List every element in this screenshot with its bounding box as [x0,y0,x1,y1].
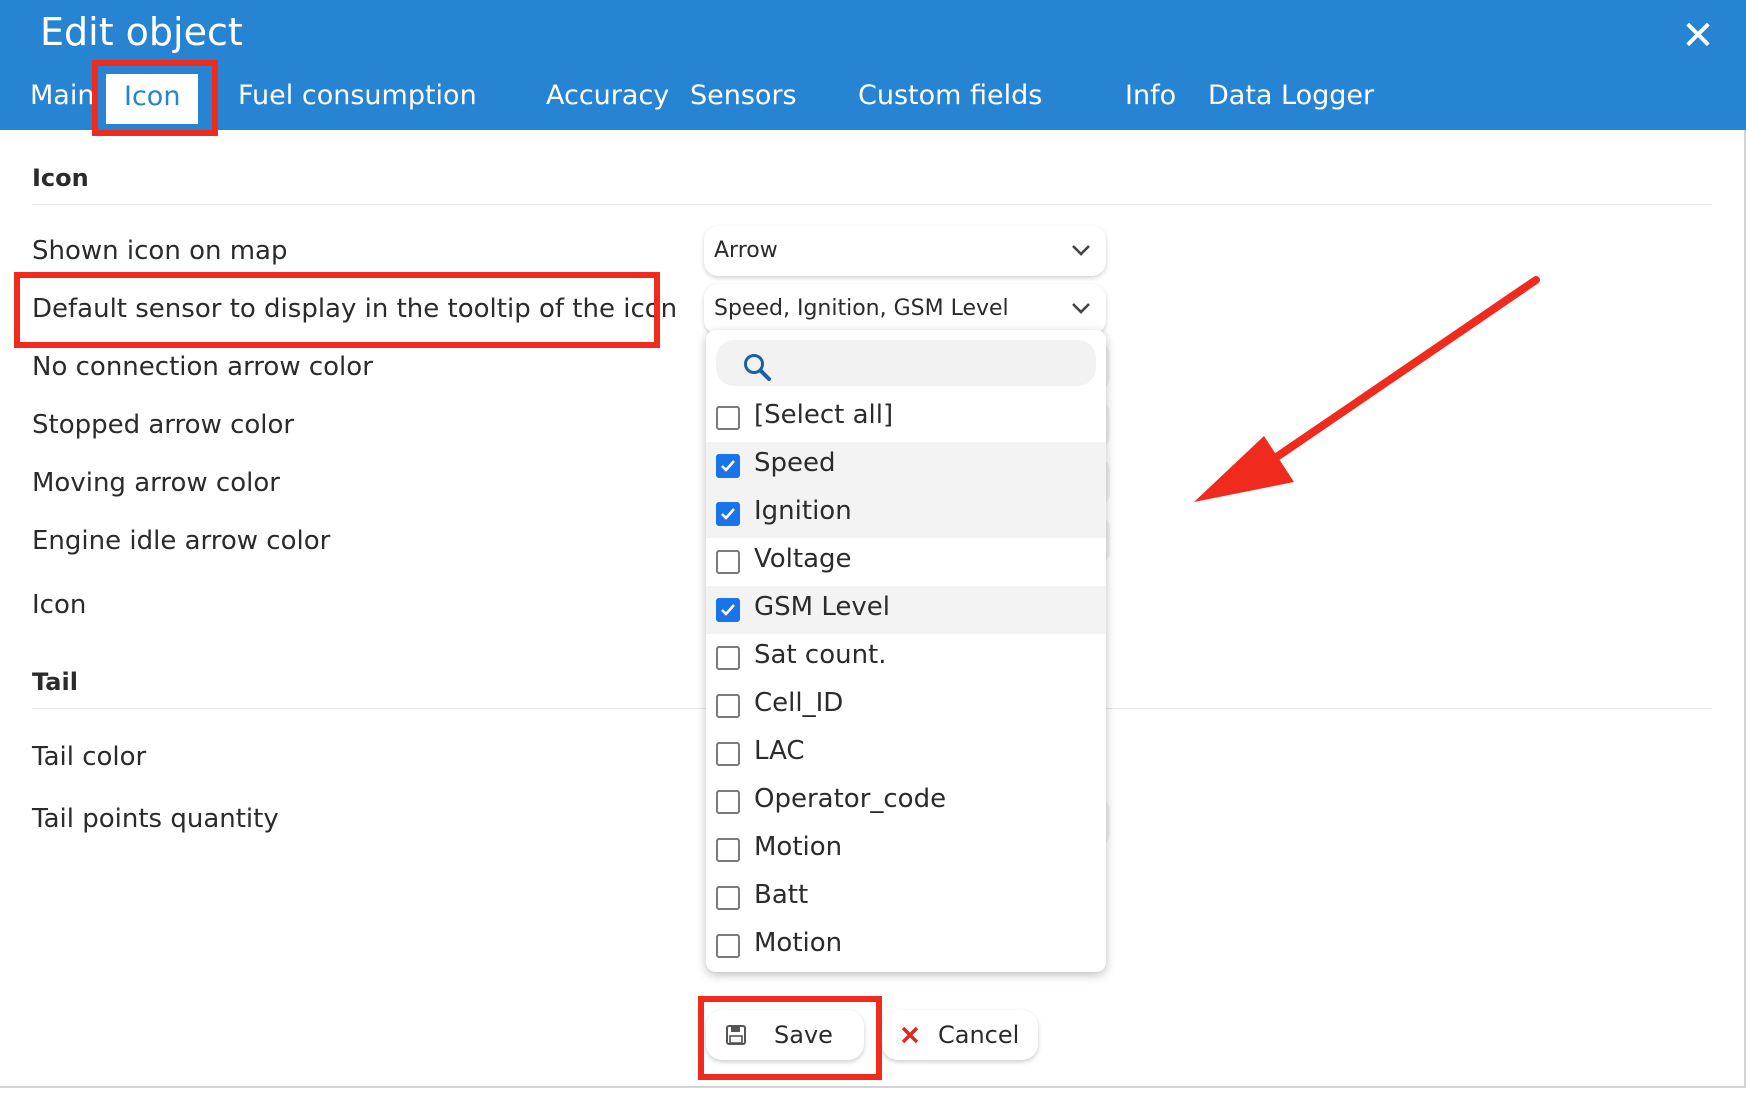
floppy-disk-icon [726,1025,746,1045]
label-shown-icon: Shown icon on map [32,236,288,266]
sensor-option-label: Operator_code [754,784,947,814]
sensor-dropdown: [Select all] Speed Ignition Voltage GSM Leve… [706,330,1106,972]
section-divider [32,204,1712,205]
close-icon [901,1026,919,1044]
checkbox-icon[interactable] [716,838,740,862]
search-icon [744,354,771,381]
edit-object-dialog: Edit object ✕ Main Icon Fuel consumption… [0,0,1746,1088]
sensor-option-label: [Select all] [754,400,894,430]
tab-accuracy[interactable]: Accuracy [546,80,669,111]
sensor-search-input[interactable] [716,340,1096,386]
chevron-down-icon [1072,245,1090,256]
label-default-sensor: Default sensor to display in the tooltip… [32,294,678,324]
label-engine-idle-color: Engine idle arrow color [32,526,331,556]
checkbox-icon[interactable] [716,886,740,910]
sensor-option-label: Batt [754,880,809,910]
sensor-option[interactable]: Sat count. [706,634,1106,682]
dialog-header: Edit object ✕ Main Icon Fuel consumption… [0,0,1746,130]
checkbox-icon[interactable] [716,934,740,958]
cancel-button[interactable]: Cancel [882,1010,1038,1060]
sensor-option[interactable]: Motion [706,826,1106,874]
sensor-option-label: LAC [754,736,805,766]
tab-data-logger[interactable]: Data Logger [1208,80,1374,111]
sensor-option[interactable]: LAC [706,730,1106,778]
sensor-option[interactable]: Ignition [706,490,1106,538]
close-icon[interactable]: ✕ [1674,16,1722,56]
checkbox-icon[interactable] [716,790,740,814]
cancel-button-label: Cancel [938,1021,1020,1049]
sensor-option-label: Speed [754,448,836,478]
sensor-option[interactable]: Motion [706,922,1106,970]
annotation-arrow-icon [1194,276,1540,502]
tab-info[interactable]: Info [1125,80,1176,111]
checkbox-icon[interactable] [716,646,740,670]
sensor-option[interactable]: Voltage [706,538,1106,586]
tab-main[interactable]: Main [30,80,94,111]
tab-custom-fields[interactable]: Custom fields [858,80,1042,111]
sensor-option-label: Cell_ID [754,688,844,718]
save-button-label: Save [774,1021,833,1049]
sensor-option-label: Motion [754,832,843,862]
checkbox-icon[interactable] [716,550,740,574]
tab-fuel-consumption[interactable]: Fuel consumption [238,80,477,111]
sensor-option-label: Voltage [754,544,852,574]
label-icon: Icon [32,590,87,620]
shown-icon-value: Arrow [714,238,778,263]
label-moving-color: Moving arrow color [32,468,280,498]
default-sensor-value: Speed, Ignition, GSM Level [714,296,1009,321]
sensor-option[interactable]: Batt [706,874,1106,922]
checkbox-icon[interactable] [716,742,740,766]
label-no-connection-color: No connection arrow color [32,352,373,382]
sensor-option-label: Motion [754,928,843,958]
checkbox-checked-icon[interactable] [716,502,740,526]
sensor-option[interactable]: Speed [706,442,1106,490]
sensor-option[interactable]: GSM Level [706,586,1106,634]
label-tail-color: Tail color [32,742,147,772]
checkbox-icon[interactable] [716,406,740,430]
save-button[interactable]: Save [706,1010,864,1060]
sensor-option-label: Sat count. [754,640,887,670]
sensor-option-label: Ignition [754,496,852,526]
dialog-title: Edit object [40,10,243,54]
tab-sensors[interactable]: Sensors [690,80,797,111]
label-tail-points: Tail points quantity [32,804,279,834]
checkbox-checked-icon[interactable] [716,454,740,478]
checkbox-checked-icon[interactable] [716,598,740,622]
shown-icon-select[interactable]: Arrow [704,226,1106,276]
sensor-option-label: GSM Level [754,592,890,622]
sensor-option[interactable]: [Select all] [706,394,1106,442]
chevron-down-icon [1072,303,1090,314]
section-title-icon: Icon [32,164,89,192]
default-sensor-select[interactable]: Speed, Ignition, GSM Level [704,284,1106,334]
sensor-option[interactable]: Cell_ID [706,682,1106,730]
checkbox-icon[interactable] [716,694,740,718]
tab-icon[interactable]: Icon [106,74,199,124]
label-stopped-color: Stopped arrow color [32,410,295,440]
section-title-tail: Tail [32,668,78,696]
sensor-option[interactable]: Operator_code [706,778,1106,826]
